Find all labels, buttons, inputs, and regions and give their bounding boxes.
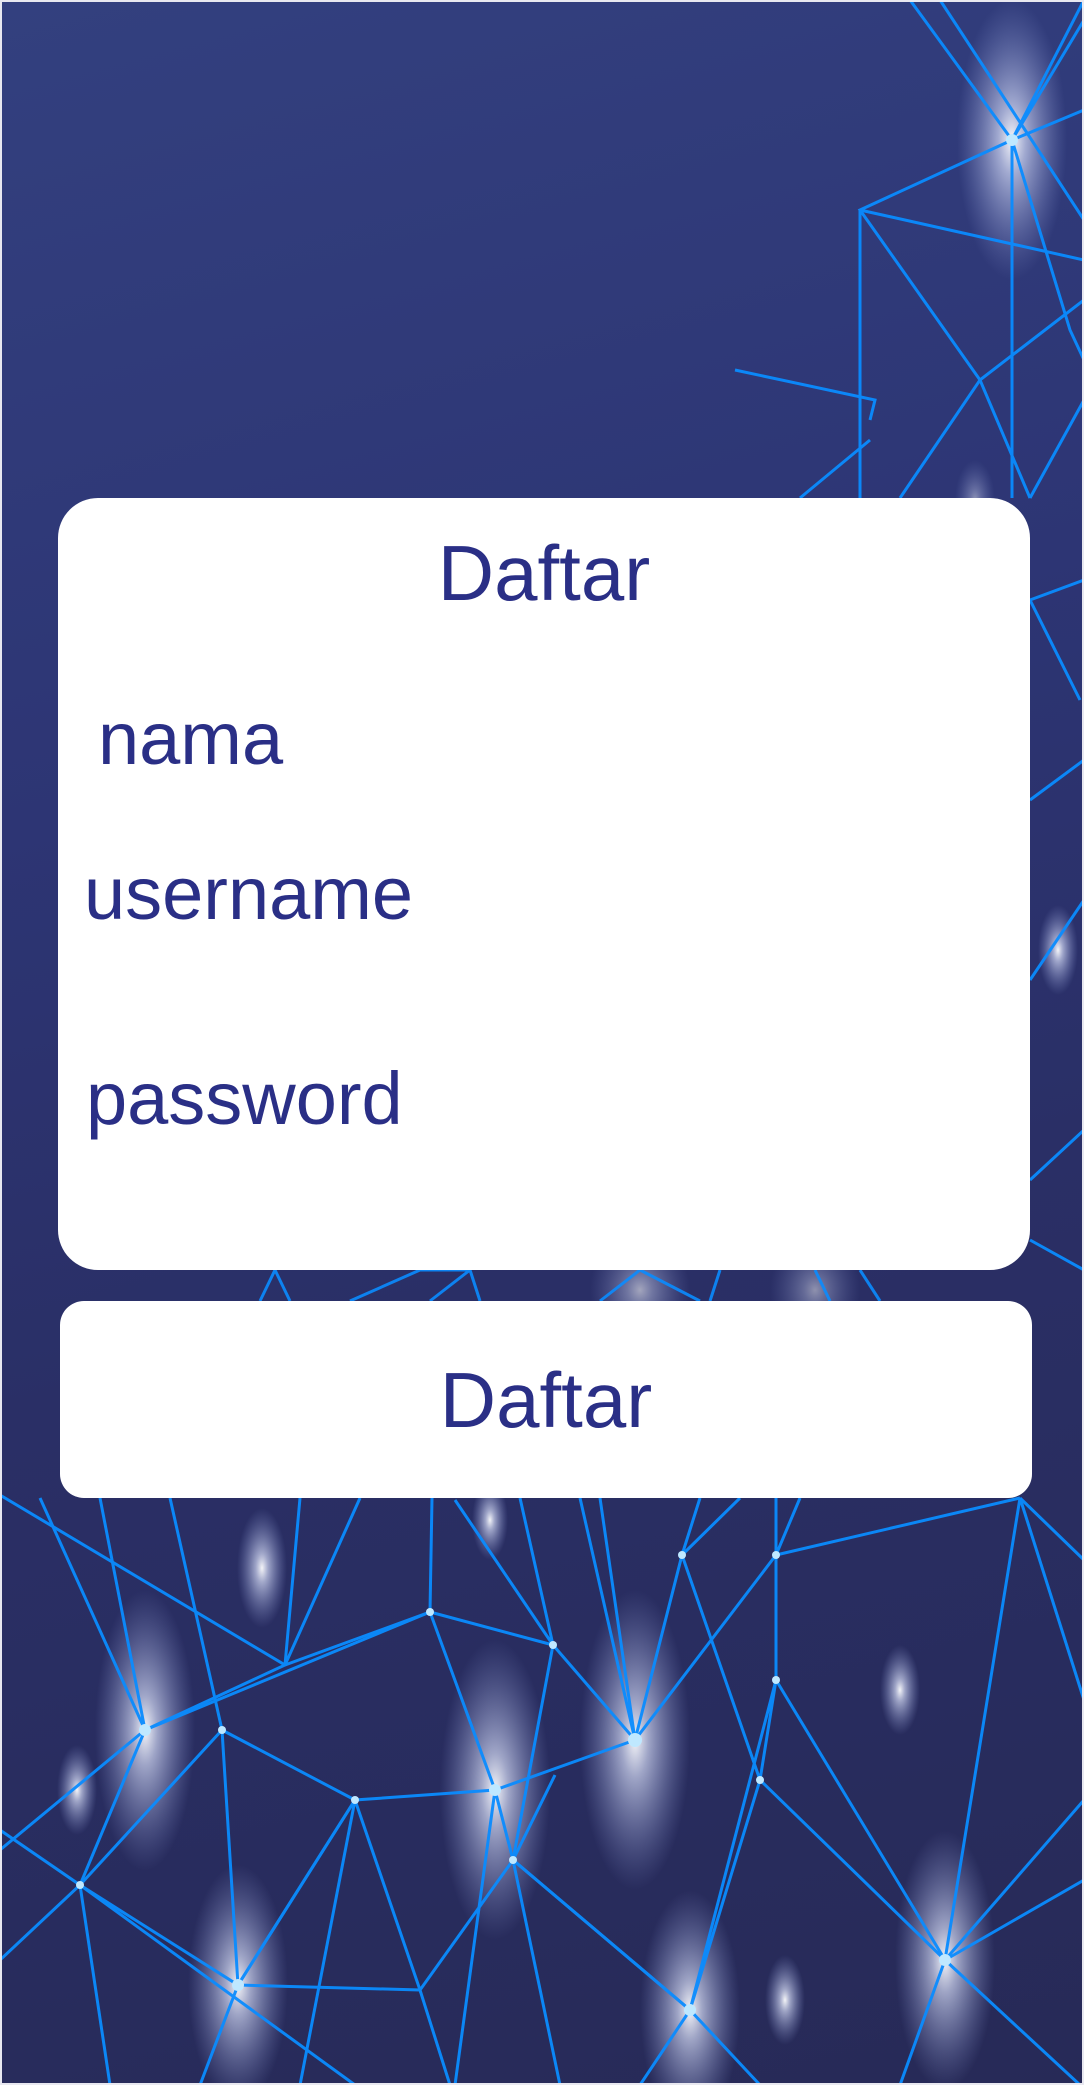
form-title: Daftar <box>437 529 651 617</box>
register-button[interactable]: Daftar <box>60 1301 1032 1498</box>
password-input[interactable] <box>488 1056 992 1144</box>
nama-label: nama <box>98 697 284 780</box>
register-screen: Daftar nama username password Daftar <box>0 0 1084 2085</box>
nama-input[interactable] <box>488 696 992 784</box>
register-form-card: Daftar nama username password <box>58 498 1030 1270</box>
username-input[interactable] <box>488 851 992 939</box>
register-button-label: Daftar <box>439 1355 653 1444</box>
password-label: password <box>86 1057 403 1140</box>
username-label: username <box>84 852 414 935</box>
